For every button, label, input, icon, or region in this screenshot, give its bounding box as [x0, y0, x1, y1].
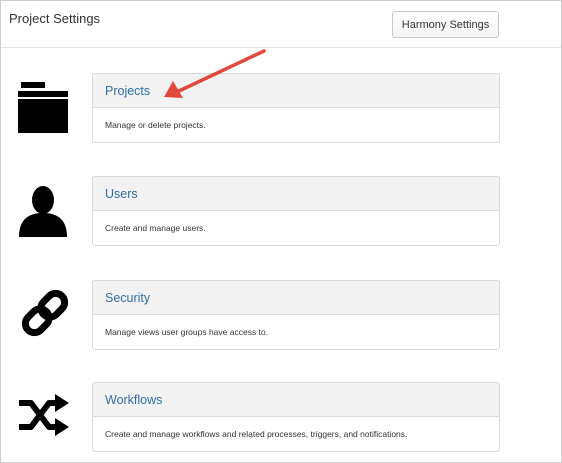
security-card-header: Security	[93, 281, 499, 315]
workflows-link[interactable]: Workflows	[105, 393, 162, 407]
project-settings-window: Project Settings Harmony Settings Projec…	[0, 0, 562, 463]
users-card-header: Users	[93, 177, 499, 211]
security-card: Security Manage views user groups have a…	[92, 280, 500, 350]
user-icon	[15, 183, 71, 239]
users-description: Create and manage users.	[105, 223, 206, 233]
link-icon	[17, 285, 73, 341]
projects-card: Projects Manage or delete projects.	[92, 73, 500, 143]
users-link[interactable]: Users	[105, 187, 138, 201]
projects-card-header: Projects	[93, 74, 499, 108]
workflows-card: Workflows Create and manage workflows an…	[92, 382, 500, 452]
page-title: Project Settings	[9, 11, 101, 26]
folder-icon	[15, 81, 71, 137]
security-description: Manage views user groups have access to.	[105, 327, 269, 337]
users-card: Users Create and manage users.	[92, 176, 500, 246]
shuffle-icon	[15, 387, 71, 443]
workflows-card-header: Workflows	[93, 383, 499, 417]
harmony-settings-button[interactable]: Harmony Settings	[392, 11, 499, 38]
security-link[interactable]: Security	[105, 291, 150, 305]
page-header: Project Settings Harmony Settings	[1, 1, 561, 48]
projects-link[interactable]: Projects	[105, 84, 150, 98]
workflows-description: Create and manage workflows and related …	[105, 429, 408, 439]
projects-description: Manage or delete projects.	[105, 120, 206, 130]
